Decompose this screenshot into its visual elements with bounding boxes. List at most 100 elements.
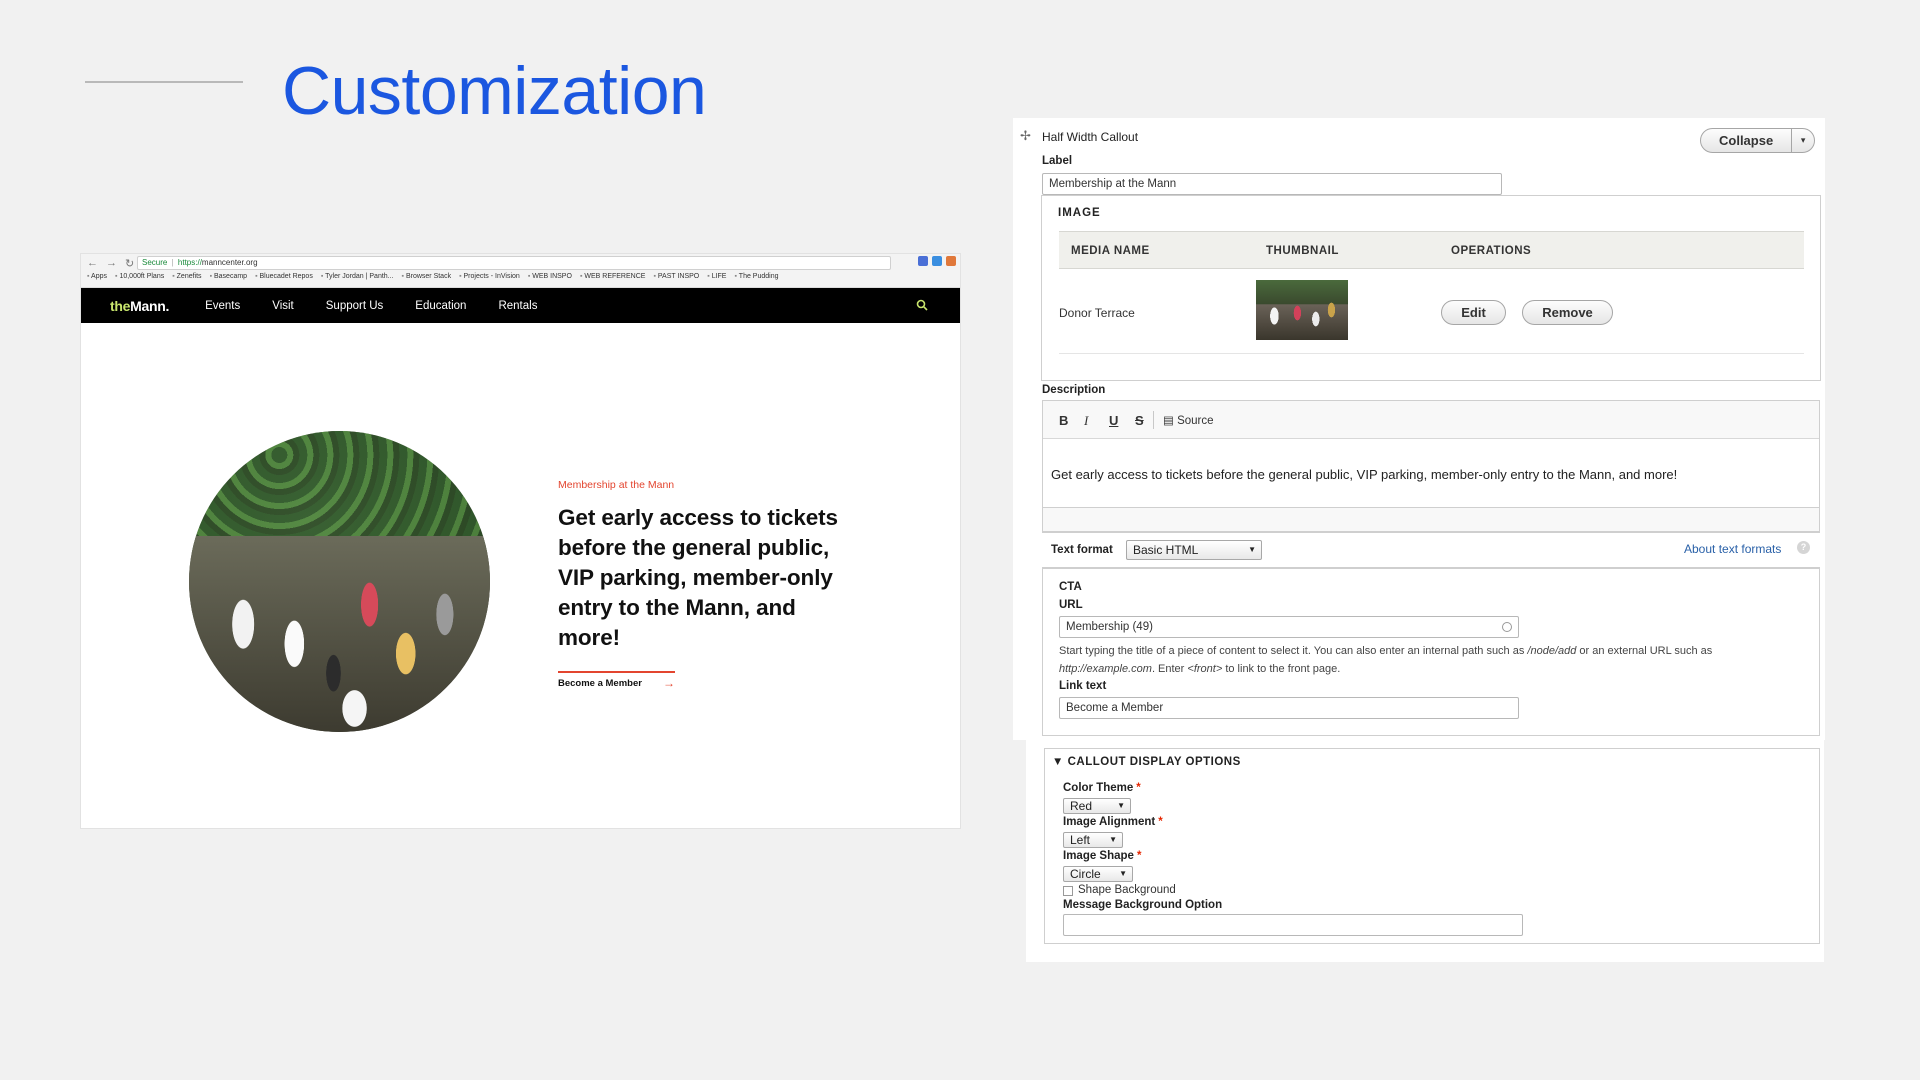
source-label: Source <box>1177 415 1214 427</box>
title-rule <box>85 81 243 83</box>
select-caret-icon: ▼ <box>1109 835 1117 844</box>
extension-icon[interactable] <box>932 256 942 266</box>
editor-toolbar: B I U S ▤ Source <box>1043 401 1819 439</box>
autocomplete-throbber-icon <box>1502 622 1512 632</box>
url-host: manncenter.org <box>201 258 258 267</box>
message-background-label: Message Background Option <box>1063 899 1223 911</box>
bookmark-item[interactable]: WEB INSPO <box>528 273 572 280</box>
callout-options-toggle[interactable]: ▼ CALLOUT DISPLAY OPTIONS <box>1052 756 1241 768</box>
text-format-value: Basic HTML <box>1133 543 1199 557</box>
strikethrough-button[interactable]: S <box>1135 413 1144 428</box>
nav-visit[interactable]: Visit <box>272 300 294 312</box>
nav-education[interactable]: Education <box>415 300 466 312</box>
source-button[interactable]: ▤ Source <box>1163 413 1214 427</box>
media-name-cell: Donor Terrace <box>1059 306 1135 320</box>
image-alignment-select[interactable]: Left ▼ <box>1063 832 1123 848</box>
remove-button[interactable]: Remove <box>1522 300 1613 325</box>
bookmark-item[interactable]: Browser Stack <box>402 273 451 280</box>
chevron-down-icon[interactable]: ▾ <box>1792 129 1814 152</box>
bookmark-item[interactable]: The Pudding <box>734 273 779 280</box>
address-bar[interactable]: Secure | https://manncenter.org <box>137 256 891 270</box>
collapse-dropbutton: Collapse ▾ <box>1700 128 1816 153</box>
link-text-input[interactable]: Become a Member <box>1059 697 1519 719</box>
required-marker: * <box>1136 782 1141 794</box>
extension-icons <box>918 256 956 266</box>
site-header: theMann. Events Visit Support Us Educati… <box>81 288 960 323</box>
hero-photo-circle <box>189 431 490 732</box>
extension-icon[interactable] <box>918 256 928 266</box>
underline-button[interactable]: U <box>1109 413 1118 428</box>
image-shape-select[interactable]: Circle ▼ <box>1063 866 1133 882</box>
logo-the: the <box>110 297 131 314</box>
promo-headline: Get early access to tickets before the g… <box>558 505 838 650</box>
photo-foliage <box>189 431 490 552</box>
back-icon[interactable]: ← <box>87 257 98 270</box>
bookmark-item[interactable]: 10,000ft Plans <box>115 273 164 280</box>
bookmark-item[interactable]: Basecamp <box>210 273 247 280</box>
bookmark-item[interactable]: Tyler Jordan | Panth... <box>321 273 393 280</box>
edit-button[interactable]: Edit <box>1441 300 1506 325</box>
promo-callout: Membership at the Mann Get early access … <box>558 479 858 691</box>
text-format-select[interactable]: Basic HTML ▼ <box>1126 540 1262 560</box>
arrow-right-icon: → <box>663 676 675 690</box>
nav-rentals[interactable]: Rentals <box>498 300 537 312</box>
nav-events[interactable]: Events <box>205 300 240 312</box>
bold-button[interactable]: B <box>1059 413 1068 428</box>
toolbar-divider <box>1153 411 1154 429</box>
color-theme-select[interactable]: Red ▼ <box>1063 798 1131 814</box>
browser-chrome: ← → ↻ Secure | https://manncenter.org Ap… <box>81 254 960 288</box>
source-icon: ▤ <box>1163 415 1178 427</box>
browser-screenshot: ← → ↻ Secure | https://manncenter.org Ap… <box>81 254 960 828</box>
label-field-label: Label <box>1042 155 1073 167</box>
description-label: Description <box>1042 384 1106 396</box>
triangle-down-icon: ▼ <box>1052 756 1064 768</box>
nav-support-us[interactable]: Support Us <box>326 300 384 312</box>
media-thumbnail <box>1256 280 1348 340</box>
drag-handle-icon[interactable]: ✢ <box>1020 128 1031 144</box>
bookmark-item[interactable]: WEB REFERENCE <box>580 273 645 280</box>
about-text-formats-link[interactable]: About text formats <box>1684 542 1781 556</box>
bookmark-item[interactable]: Bluecadet Repos <box>255 273 313 280</box>
select-caret-icon: ▼ <box>1117 801 1125 810</box>
image-shape-value: Circle <box>1070 867 1101 881</box>
secure-label: Secure <box>142 258 168 267</box>
required-marker: * <box>1136 850 1142 862</box>
url-help-text: Start typing the title of a piece of con… <box>1059 645 1713 675</box>
image-alignment-label: Image Alignment * <box>1063 816 1163 828</box>
shape-background-checkbox[interactable] <box>1063 886 1073 896</box>
required-marker: * <box>1158 816 1163 828</box>
image-shape-label: Image Shape * <box>1063 850 1142 862</box>
bookmark-item[interactable]: Projects - InVision <box>459 273 520 280</box>
col-thumbnail: THUMBNAIL <box>1266 245 1339 257</box>
url-label: URL <box>1059 599 1083 611</box>
select-caret-icon: ▼ <box>1248 545 1256 554</box>
site-logo[interactable]: theMann. <box>110 298 169 314</box>
reload-icon[interactable]: ↻ <box>125 257 134 270</box>
photo-crowd <box>189 536 490 732</box>
italic-button[interactable]: I <box>1084 413 1088 429</box>
bookmark-item[interactable]: PAST INSPO <box>653 273 699 280</box>
extension-icon[interactable] <box>946 256 956 266</box>
collapse-button[interactable]: Collapse <box>1701 129 1793 152</box>
bookmark-item[interactable]: LIFE <box>707 273 727 280</box>
image-legend: IMAGE <box>1058 207 1101 219</box>
help-icon[interactable]: ? <box>1797 541 1810 554</box>
bookmark-item[interactable]: Zenefits <box>172 273 202 280</box>
callout-options-legend: CALLOUT DISPLAY OPTIONS <box>1067 756 1241 768</box>
bookmark-item[interactable]: Apps <box>87 273 107 280</box>
shape-background-label[interactable]: Shape Background <box>1078 884 1176 896</box>
browser-nav-buttons[interactable]: ← → ↻ <box>87 257 134 270</box>
message-background-input[interactable] <box>1063 914 1523 936</box>
image-alignment-value: Left <box>1070 833 1091 847</box>
become-member-link[interactable]: Become a Member → <box>558 671 675 690</box>
promo-eyebrow: Membership at the Mann <box>558 479 675 491</box>
forward-icon[interactable]: → <box>106 257 117 270</box>
paragraph-type-title: Half Width Callout <box>1042 130 1139 144</box>
editor-statusbar <box>1042 508 1820 532</box>
slide-title: Customization <box>282 53 707 129</box>
cta-legend: CTA <box>1059 581 1082 593</box>
search-icon[interactable] <box>916 299 928 311</box>
url-autocomplete-input[interactable]: Membership (49) <box>1059 616 1519 638</box>
col-operations: OPERATIONS <box>1451 245 1532 257</box>
label-input[interactable]: Membership at the Mann <box>1042 173 1502 195</box>
